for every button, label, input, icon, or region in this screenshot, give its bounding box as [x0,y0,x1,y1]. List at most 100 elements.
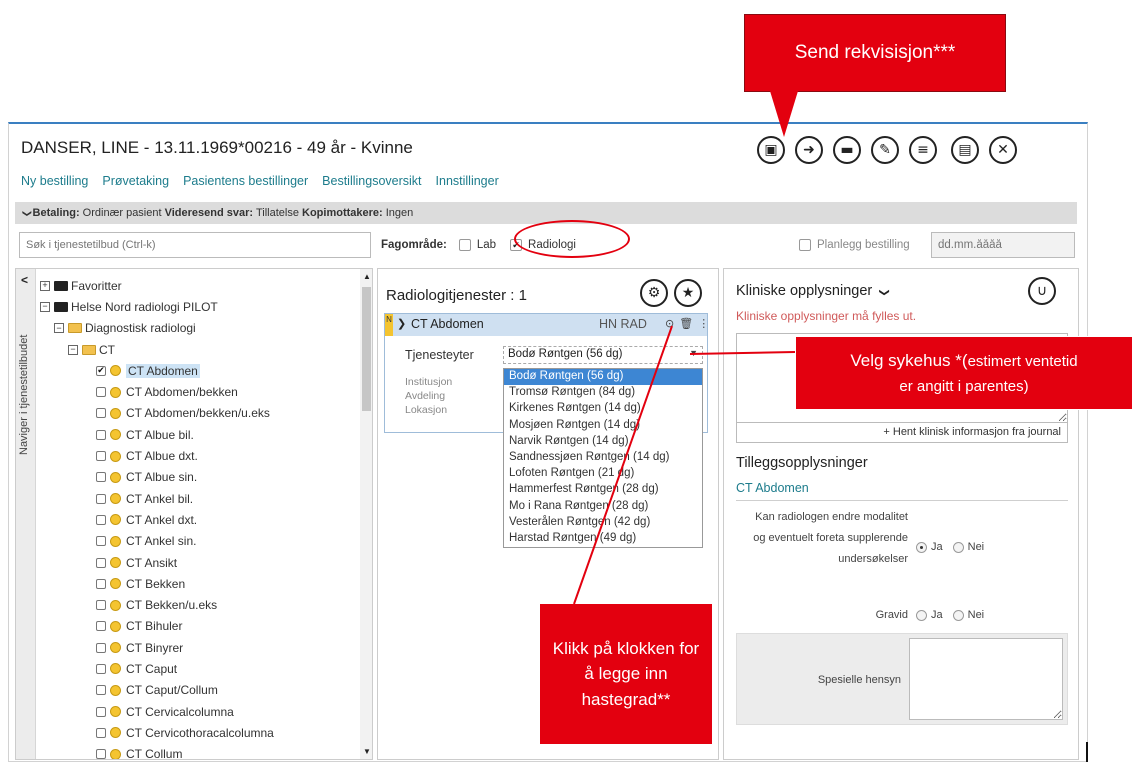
tree-leaf-item[interactable]: CT Ankel dxt. [40,509,358,530]
leaf-checkbox[interactable] [96,600,106,611]
scroll-up-icon[interactable]: ▲ [363,272,371,281]
leaf-checkbox[interactable] [96,387,106,398]
trash-icon[interactable]: 🗑 [679,317,693,330]
tree-leaf-item[interactable]: CT Albue dxt. [40,445,358,466]
tree-leaf-item[interactable]: CT Ankel sin. [40,531,358,552]
tree-leaf-item[interactable]: CT Bekken/u.eks [40,594,358,615]
tab-bestillingsoversikt[interactable]: Bestillingsoversikt [322,174,421,188]
more-icon[interactable]: ⋮ [698,317,709,330]
tree-leaf-item[interactable]: CT Bekken [40,573,358,594]
provider-option[interactable]: Lofoten Røntgen (21 dg) [504,466,702,482]
tree-leaf-item[interactable]: ✔ CT Abdomen [40,360,358,381]
radio-nei[interactable] [952,609,964,621]
chevron-down-icon[interactable]: ❯ [879,288,890,296]
date-field[interactable] [931,232,1075,258]
leaf-checkbox[interactable] [96,663,106,674]
provider-option[interactable]: Hammerfest Røntgen (28 dg) [504,482,702,498]
tree-leaf-item[interactable]: CT Abdomen/bekken [40,381,358,402]
scrollbar-thumb[interactable] [362,287,371,411]
chevron-down-icon[interactable]: ❯ [397,317,406,330]
collapse-icon[interactable]: − [54,323,64,334]
tree-scrollbar[interactable]: ▲ ▼ [360,269,372,759]
leaf-checkbox[interactable] [96,749,106,759]
tree-leaf-item[interactable]: CT Bihuler [40,616,358,637]
provider-option[interactable]: Harstad Røntgen (49 dg) [504,531,702,547]
radio-ja[interactable] [916,609,927,621]
leaf-checkbox[interactable] [96,536,106,547]
tree-leaf-item[interactable]: CT Cervicalcolumna [40,701,358,722]
list-icon[interactable]: ≡ [909,136,937,164]
leaf-checkbox[interactable] [96,685,106,696]
special-considerations-input[interactable] [909,638,1063,720]
collapse-arrow-icon[interactable]: < [21,273,28,287]
leaf-checkbox[interactable] [96,578,106,589]
tree-node-favoritter[interactable]: + Favoritter [40,275,358,296]
provider-option[interactable]: Mosjøen Røntgen (14 dg) [504,418,702,434]
fetch-journal-link[interactable]: + Hent klinisk informasjon fra journal [736,423,1068,443]
provider-option[interactable]: Kirkenes Røntgen (14 dg) [504,401,702,417]
star-icon[interactable]: ★ [674,279,702,307]
tree-leaf-item[interactable]: CT Binyrer [40,637,358,658]
tree-leaf-item[interactable]: CT Cervicothoracalcolumna [40,722,358,743]
provider-option[interactable]: Mo i Rana Røntgen (28 dg) [504,499,702,515]
provider-option[interactable]: Vesterålen Røntgen (42 dg) [504,515,702,531]
collapse-icon[interactable]: − [68,344,78,355]
leaf-checkbox[interactable] [96,727,106,738]
send-icon[interactable]: ➜ [795,136,823,164]
document-icon[interactable]: ▤ [951,136,979,164]
leaf-checkbox[interactable]: ✔ [96,365,106,376]
service-tree-panel: < Naviger i tjenestetilbudet + Favoritte… [15,268,373,760]
leaf-checkbox[interactable] [96,621,106,632]
provider-option[interactable]: Sandnessjøen Røntgen (14 dg) [504,450,702,466]
service-card-header[interactable]: N ❯ CT Abdomen HN RAD ⊙ 🗑 ⋮ [385,314,709,336]
notes-icon[interactable]: ✎ [871,136,899,164]
leaf-checkbox[interactable] [96,429,106,440]
leaf-checkbox[interactable] [96,557,106,568]
tree-node-ct[interactable]: − CT [40,339,358,360]
scroll-down-icon[interactable]: ▼ [363,747,371,756]
tree-leaf-item[interactable]: CT Ankel bil. [40,488,358,509]
leaf-checkbox[interactable] [96,493,106,504]
lab-checkbox[interactable] [458,239,471,251]
leaf-checkbox[interactable] [96,706,106,717]
tab-pasientens-bestillinger[interactable]: Pasientens bestillinger [183,174,308,188]
radio-ja[interactable] [916,541,927,553]
search-input[interactable] [19,232,371,258]
provider-option[interactable]: Bodø Røntgen (56 dg) [504,369,702,386]
leaf-checkbox[interactable] [96,514,106,525]
close-icon[interactable]: ✕ [989,136,1017,164]
stethoscope-icon[interactable]: ∪ [1028,277,1056,305]
clock-icon[interactable]: ⊙ [665,317,674,330]
provider-option[interactable]: Narvik Røntgen (14 dg) [504,434,702,450]
provider-option[interactable]: Tromsø Røntgen (84 dg) [504,385,702,401]
info-bar[interactable]: ❯Betaling: Ordinær pasient Videresend sv… [15,202,1077,224]
leaf-checkbox[interactable] [96,472,106,483]
save-icon[interactable]: ▣ [757,136,785,164]
tab-provetaking[interactable]: Prøvetaking [102,174,169,188]
tree-leaf-item[interactable]: CT Abdomen/bekken/u.eks [40,403,358,424]
leaf-checkbox[interactable] [96,408,106,419]
tree-leaf-item[interactable]: CT Ansikt [40,552,358,573]
leaf-checkbox[interactable] [96,451,106,462]
tree-node-diagnostisk[interactable]: − Diagnostisk radiologi [40,318,358,339]
tree-leaf-item[interactable]: CT Albue bil. [40,424,358,445]
tree-leaf-item[interactable]: CT Collum [40,744,358,759]
tree-node-helse-nord[interactable]: − Helse Nord radiologi PILOT [40,296,358,317]
navigation-side-strip[interactable]: < Naviger i tjenestetilbudet [16,269,36,759]
provider-select[interactable]: Bodø Røntgen (56 dg) ▼ [503,346,703,364]
tree-leaf-item[interactable]: CT Caput/Collum [40,680,358,701]
tree-leaf-item[interactable]: CT Caput [40,658,358,679]
leaf-checkbox[interactable] [96,642,106,653]
chevron-down-icon[interactable]: ❯ [21,210,32,218]
clinical-info-heading[interactable]: Kliniske opplysninger ❯ [736,283,890,299]
tab-innstillinger[interactable]: Innstillinger [436,174,499,188]
expand-icon[interactable]: + [40,280,50,291]
collapse-icon[interactable]: − [40,301,50,312]
tab-ny-bestilling[interactable]: Ny bestilling [21,174,88,188]
message-icon[interactable]: ▬ [833,136,861,164]
tree-leaf-item[interactable]: CT Albue sin. [40,467,358,488]
radio-nei[interactable] [952,541,964,553]
nav-tabs: Ny bestilling Prøvetaking Pasientens bes… [21,174,499,188]
planlegg-checkbox[interactable] [799,239,811,251]
gear-icon[interactable]: ⚙ [640,279,668,307]
